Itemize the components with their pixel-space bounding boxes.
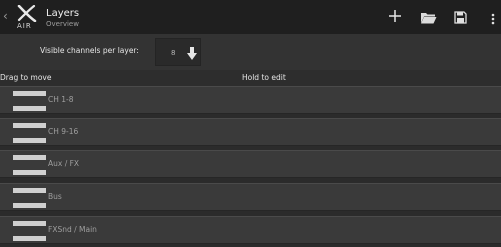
list-header: Drag to move Hold to edit	[0, 70, 501, 86]
back-chevron-icon[interactable]: ‹	[3, 9, 8, 23]
logo-air-text: AIR	[17, 22, 32, 30]
arrow-down-icon[interactable]	[187, 46, 197, 65]
x-logo-icon	[17, 5, 37, 22]
layer-row[interactable]: Bus	[0, 183, 501, 211]
channels-per-layer-value: 8	[171, 49, 176, 57]
channels-per-layer-stepper[interactable]: 8	[155, 38, 201, 66]
drag-handle-icon[interactable]	[13, 123, 46, 143]
layer-row[interactable]: Aux / FX	[0, 150, 501, 178]
layer-label: CH 9-16	[48, 127, 79, 136]
x-air-logo: AIR	[14, 5, 42, 31]
layer-row[interactable]: FXSnd / Main	[0, 216, 501, 244]
layer-row[interactable]: CH 9-16	[0, 118, 501, 146]
layer-label: Aux / FX	[48, 159, 80, 168]
drag-to-move-hint: Drag to move	[0, 73, 52, 82]
layer-label: FXSnd / Main	[48, 225, 97, 234]
hold-to-edit-hint: Hold to edit	[242, 73, 286, 82]
channels-per-layer-label: Visible channels per layer:	[40, 46, 139, 55]
drag-handle-icon[interactable]	[13, 188, 46, 208]
layer-row[interactable]: CH 1-8	[0, 86, 501, 114]
page-subtitle: Overview	[46, 20, 79, 28]
drag-handle-icon[interactable]	[13, 221, 46, 241]
channels-per-layer-setting: Visible channels per layer: 8	[0, 34, 501, 70]
folder-open-icon[interactable]	[420, 9, 437, 28]
page-title: Layers	[46, 8, 80, 19]
top-app-bar: ‹ AIR Layers Overview	[0, 0, 501, 34]
layer-label: CH 1-8	[48, 95, 74, 104]
layer-label: Bus	[48, 192, 62, 201]
drag-handle-icon[interactable]	[13, 91, 46, 111]
save-icon[interactable]	[454, 9, 467, 28]
drag-handle-icon[interactable]	[13, 155, 46, 175]
add-icon[interactable]	[388, 8, 402, 27]
more-vert-icon[interactable]	[491, 10, 495, 29]
